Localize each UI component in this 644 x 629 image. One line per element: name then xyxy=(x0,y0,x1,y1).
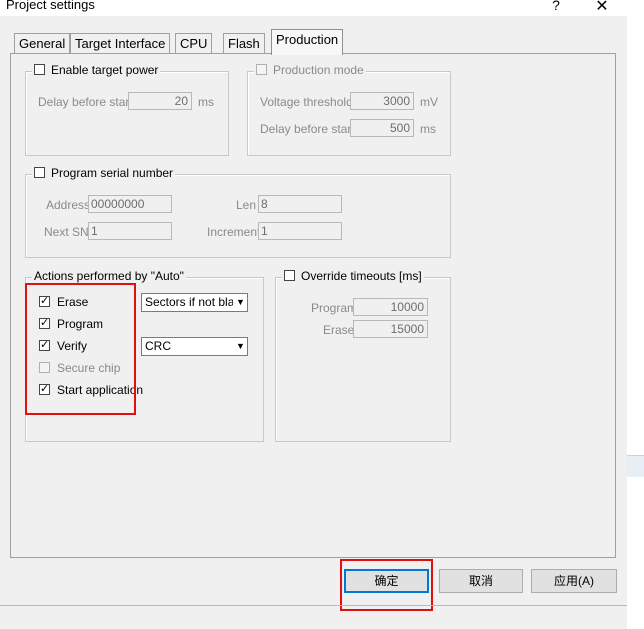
help-icon[interactable]: ? xyxy=(548,0,564,13)
erase-mode-value: Sectors if not blan xyxy=(145,295,242,309)
program-timeout-field[interactable]: 10000 xyxy=(353,298,428,316)
increment-field[interactable]: 1 xyxy=(258,222,342,240)
tab-flash[interactable]: Flash xyxy=(223,33,265,54)
len-label: Len xyxy=(236,198,257,212)
background-window-strip xyxy=(627,0,644,629)
actions-highlight-box xyxy=(25,283,136,415)
chevron-down-icon: ▼ xyxy=(233,338,247,355)
erase-timeout-label: Erase xyxy=(323,323,355,337)
verify-mode-dropdown[interactable]: CRC ▼ xyxy=(141,337,248,356)
serial-number-group: Program serial number xyxy=(25,166,451,258)
production-delay-label: Delay before start xyxy=(260,122,355,136)
len-field[interactable]: 8 xyxy=(258,195,342,213)
production-delay-unit: ms xyxy=(420,122,436,136)
apply-button[interactable]: 应用(A) xyxy=(531,569,617,593)
target-power-legend: Enable target power xyxy=(32,63,161,77)
serial-number-legend: Program serial number xyxy=(32,166,176,180)
voltage-threshold-field[interactable]: 3000 xyxy=(350,92,414,110)
ok-highlight-box xyxy=(340,559,433,611)
override-timeouts-checkbox[interactable] xyxy=(284,270,295,281)
voltage-threshold-label: Voltage threshold xyxy=(260,95,353,109)
close-icon[interactable]: ✕ xyxy=(594,0,610,16)
production-mode-checkbox[interactable] xyxy=(256,64,267,75)
production-mode-label: Production mode xyxy=(273,63,364,77)
window-title: Project settings xyxy=(6,0,95,12)
program-serial-number-checkbox[interactable] xyxy=(34,167,45,178)
target-power-delay-unit: ms xyxy=(198,95,214,109)
next-sn-label: Next SN xyxy=(44,225,89,239)
override-timeouts-legend: Override timeouts [ms] xyxy=(282,269,424,283)
erase-mode-dropdown[interactable]: Sectors if not blan ▼ xyxy=(141,293,248,312)
increment-label: Increment xyxy=(207,225,261,239)
auto-actions-legend: Actions performed by "Auto" xyxy=(32,269,186,283)
production-mode-legend: Production mode xyxy=(254,63,366,77)
enable-target-power-checkbox[interactable] xyxy=(34,64,45,75)
erase-timeout-field[interactable]: 15000 xyxy=(353,320,428,338)
target-power-delay-field[interactable]: 20 xyxy=(128,92,192,110)
verify-mode-value: CRC xyxy=(145,339,171,353)
program-serial-number-label: Program serial number xyxy=(51,166,174,180)
tab-cpu[interactable]: CPU xyxy=(175,33,213,54)
production-delay-field[interactable]: 500 xyxy=(350,119,414,137)
enable-target-power-label: Enable target power xyxy=(51,63,159,77)
production-mode-group: Production mode xyxy=(247,63,451,156)
cancel-button[interactable]: 取消 xyxy=(439,569,523,593)
tab-target-interface[interactable]: Target Interface xyxy=(70,33,171,54)
chevron-down-icon: ▼ xyxy=(233,294,247,311)
address-label: Address xyxy=(46,198,91,212)
taskbar-divider xyxy=(0,605,627,606)
override-timeouts-label: Override timeouts [ms] xyxy=(301,269,422,283)
voltage-threshold-unit: mV xyxy=(420,95,438,109)
target-power-group: Enable target power xyxy=(25,63,229,156)
target-power-delay-label: Delay before start xyxy=(38,95,133,109)
tab-general[interactable]: General xyxy=(14,33,71,54)
program-timeout-label: Program xyxy=(311,301,358,315)
project-settings-dialog: Project settings ? ✕ General Target Inte… xyxy=(0,0,627,611)
tab-production[interactable]: Production xyxy=(271,29,344,55)
address-field[interactable]: 00000000 xyxy=(88,195,172,213)
next-sn-field[interactable]: 1 xyxy=(88,222,172,240)
